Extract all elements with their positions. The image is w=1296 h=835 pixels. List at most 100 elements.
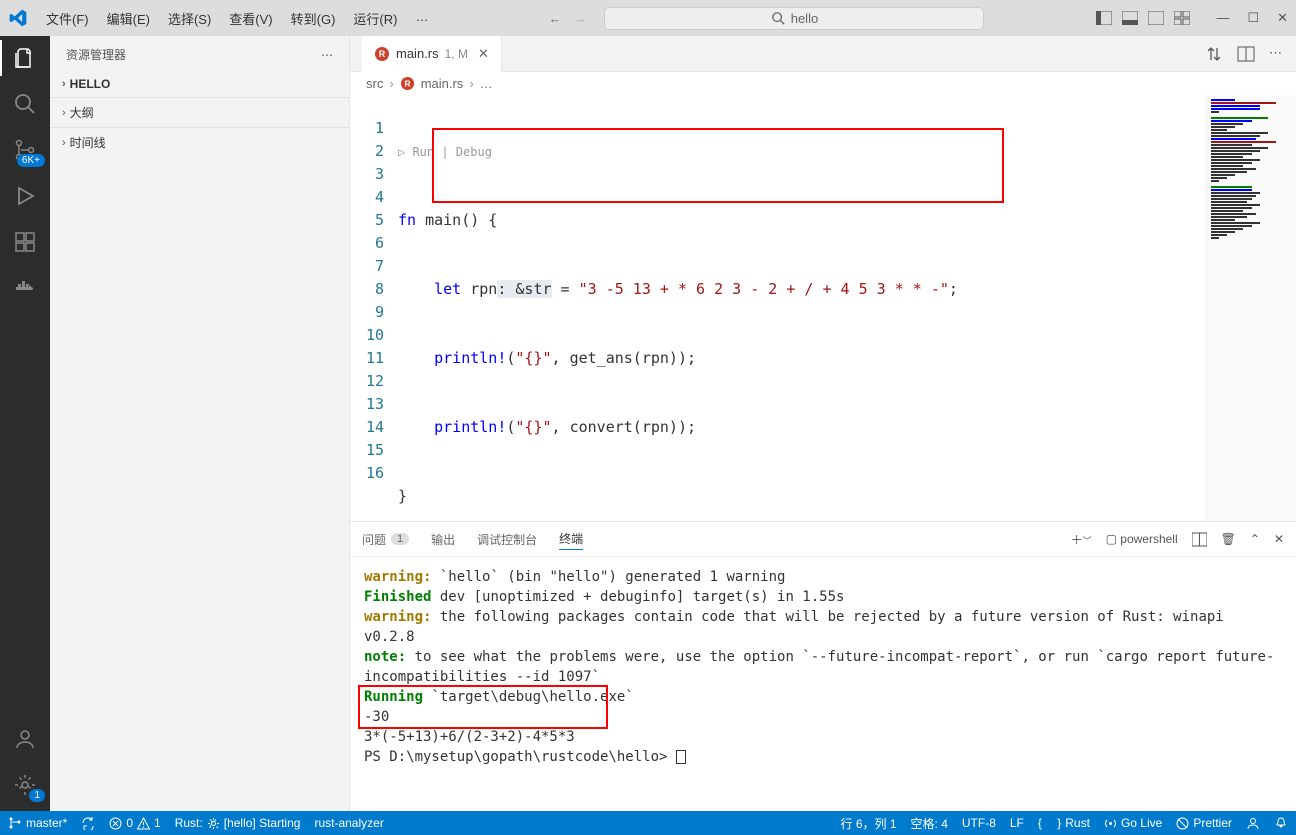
status-golive[interactable]: Go Live [1104, 816, 1162, 830]
status-errors[interactable]: 0 1 [109, 816, 160, 830]
chevron-right-icon: › [389, 76, 393, 91]
nav-forward[interactable]: → [573, 11, 586, 26]
chevron-right-icon: › [62, 78, 66, 90]
sidebar-title: 资源管理器 [66, 46, 126, 63]
status-eol[interactable]: LF [1010, 816, 1024, 830]
status-prettier[interactable]: Prettier [1176, 816, 1232, 830]
panel-tab-debug[interactable]: 调试控制台 [477, 529, 537, 550]
scm-badge: 6K+ [17, 154, 45, 167]
status-language[interactable]: { } Rust [1038, 816, 1090, 830]
terminal-cursor [676, 750, 686, 764]
split-editor-icon[interactable] [1237, 45, 1255, 63]
tab-filename: main.rs [396, 46, 439, 61]
activity-account[interactable] [11, 725, 39, 753]
panel-tab-problems[interactable]: 问题1 [362, 529, 409, 550]
chevron-right-icon: › [62, 107, 66, 119]
svg-text:R: R [404, 78, 410, 88]
menu-goto[interactable]: 转到(G) [283, 5, 344, 32]
breadcrumb[interactable]: src › R main.rs › … [350, 72, 1296, 95]
status-bar: master* 0 1 Rust: [hello] Starting rust-… [0, 811, 1296, 835]
breadcrumb-file[interactable]: main.rs [421, 76, 464, 91]
minimap[interactable] [1206, 95, 1296, 521]
status-sync[interactable] [81, 816, 95, 830]
kill-terminal-icon[interactable]: 🗑 [1221, 532, 1236, 546]
status-branch[interactable]: master* [8, 816, 67, 830]
command-center[interactable]: hello [604, 7, 984, 30]
broadcast-icon [1104, 817, 1117, 830]
rust-file-icon: R [374, 46, 390, 62]
window-minimize[interactable]: — [1216, 10, 1229, 26]
activity-explorer[interactable] [11, 44, 39, 72]
minimap-content [1211, 99, 1292, 240]
line-numbers: 12345678910111213141516 [350, 95, 394, 521]
sidebar-section-hello[interactable]: ›HELLO [50, 73, 349, 95]
status-notifications[interactable] [1274, 816, 1288, 830]
tab-close-icon[interactable]: ✕ [478, 46, 489, 62]
status-spaces[interactable]: 空格: 4 [911, 815, 948, 832]
menu-select[interactable]: 选择(S) [160, 5, 219, 32]
titlebar: 文件(F) 编辑(E) 选择(S) 查看(V) 转到(G) 运行(R) … ← … [0, 0, 1296, 36]
window-close[interactable]: ✕ [1277, 10, 1288, 26]
panel: 问题1 输出 调试控制台 终端 ＋﹀ ▢ powershell 🗑 ⌃ ✕ wa… [350, 521, 1296, 811]
bell-icon [1274, 816, 1288, 830]
chevron-right-icon: › [469, 76, 473, 91]
sidebar-section-timeline[interactable]: ›时间线 [50, 130, 349, 155]
sidebar-section-outline[interactable]: ›大纲 [50, 100, 349, 125]
sync-icon [81, 816, 95, 830]
terminal-shell[interactable]: ▢ powershell [1106, 532, 1178, 546]
problems-count: 1 [391, 533, 409, 545]
status-analyzer[interactable]: rust-analyzer [314, 816, 383, 830]
vscode-logo [8, 8, 28, 28]
breadcrumb-folder[interactable]: src [366, 76, 383, 91]
panel-tabs: 问题1 输出 调试控制台 终端 ＋﹀ ▢ powershell 🗑 ⌃ ✕ [350, 522, 1296, 557]
sidebar-more-icon[interactable]: ⋯ [321, 48, 333, 62]
tab-bar: R main.rs 1, M ✕ ⋯ [350, 36, 1296, 72]
editor-area: R main.rs 1, M ✕ ⋯ src › R main.rs › … 1… [350, 36, 1296, 811]
layout-bottom-icon[interactable] [1122, 11, 1138, 25]
new-terminal-icon[interactable]: ＋﹀ [1071, 531, 1092, 548]
menu-more[interactable]: … [407, 5, 436, 32]
menu-file[interactable]: 文件(F) [38, 5, 97, 32]
activity-settings[interactable]: 1 [11, 771, 39, 799]
status-cursor-pos[interactable]: 行 6，列 1 [841, 815, 897, 832]
chevron-right-icon: › [62, 137, 66, 149]
layout-left-icon[interactable] [1096, 11, 1112, 25]
highlight-box [432, 128, 1004, 203]
menu-run[interactable]: 运行(R) [345, 5, 405, 32]
person-icon [1246, 816, 1260, 830]
warning-icon [137, 817, 150, 830]
sidebar: 资源管理器 ⋯ ›HELLO ›大纲 ›时间线 [50, 36, 350, 811]
panel-maximize-icon[interactable]: ⌃ [1250, 532, 1260, 546]
status-rust[interactable]: Rust: [hello] Starting [175, 816, 301, 830]
window-maximize[interactable]: ☐ [1247, 10, 1259, 26]
activity-docker[interactable] [11, 274, 39, 302]
panel-close-icon[interactable]: ✕ [1274, 532, 1284, 546]
codelens[interactable]: ▷ Run | Debug [394, 141, 1206, 163]
breadcrumb-more[interactable]: … [480, 76, 493, 91]
prettier-icon [1176, 817, 1189, 830]
activity-bar: 6K+ 1 [0, 36, 50, 811]
activity-search[interactable] [11, 90, 39, 118]
status-feedback[interactable] [1246, 816, 1260, 830]
menu-bar: 文件(F) 编辑(E) 选择(S) 查看(V) 转到(G) 运行(R) … [38, 5, 436, 32]
activity-extensions[interactable] [11, 228, 39, 256]
panel-tab-output[interactable]: 输出 [431, 529, 455, 550]
menu-edit[interactable]: 编辑(E) [99, 5, 158, 32]
nav-back[interactable]: ← [548, 11, 561, 26]
code-content[interactable]: ▷ Run | Debug fn main() { let rpn: &str … [394, 95, 1206, 521]
tab-modified-indicator: 1, M [445, 47, 468, 61]
editor-body[interactable]: 12345678910111213141516 ▷ Run | Debug fn… [350, 95, 1296, 521]
panel-tab-terminal[interactable]: 终端 [559, 528, 583, 550]
layout-right-icon[interactable] [1148, 11, 1164, 25]
compare-icon[interactable] [1205, 45, 1223, 63]
split-terminal-icon[interactable] [1192, 532, 1207, 547]
status-encoding[interactable]: UTF-8 [962, 816, 996, 830]
activity-debug[interactable] [11, 182, 39, 210]
search-text: hello [791, 11, 818, 26]
tab-main-rs[interactable]: R main.rs 1, M ✕ [362, 36, 502, 72]
terminal[interactable]: warning: `hello` (bin "hello") generated… [350, 557, 1296, 811]
menu-view[interactable]: 查看(V) [221, 5, 280, 32]
tab-more-icon[interactable]: ⋯ [1269, 45, 1282, 63]
activity-scm[interactable]: 6K+ [11, 136, 39, 164]
layout-grid-icon[interactable] [1174, 11, 1190, 25]
